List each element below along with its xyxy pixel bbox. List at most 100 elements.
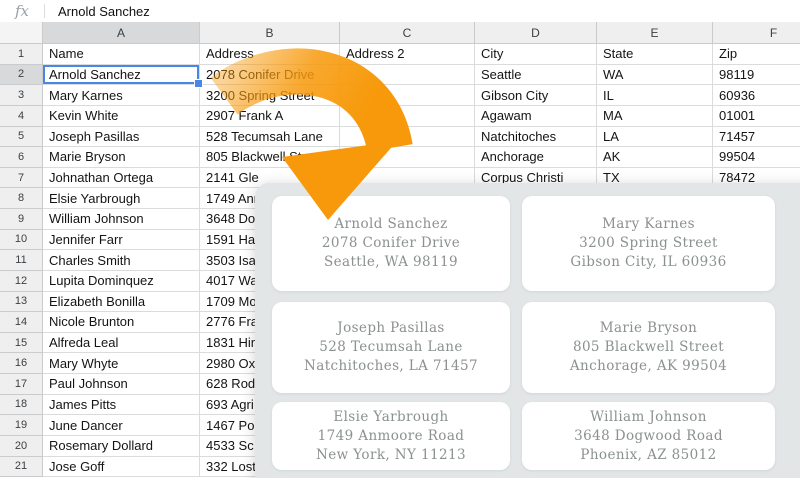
cell-A1[interactable]: Name: [43, 44, 200, 65]
fx-icon: fx: [0, 2, 44, 20]
col-header-D[interactable]: D: [475, 22, 597, 44]
cell-A5[interactable]: Joseph Pasillas: [43, 127, 200, 148]
label-name: William Johnson: [590, 408, 707, 427]
cell-A14[interactable]: Nicole Brunton: [43, 312, 200, 333]
label-city-line: Anchorage, AK 99504: [570, 357, 727, 376]
cell-E6[interactable]: AK: [597, 147, 713, 168]
cell-F3[interactable]: 60936: [713, 85, 800, 106]
cell-F5[interactable]: 71457: [713, 127, 800, 148]
cell-A6[interactable]: Marie Bryson: [43, 147, 200, 168]
cell-C2[interactable]: [340, 65, 475, 86]
row-header-5[interactable]: 5: [0, 127, 43, 148]
cell-A21[interactable]: Jose Goff: [43, 457, 200, 478]
row-header-11[interactable]: 11: [0, 250, 43, 271]
cell-B3[interactable]: 3200 Spring Street: [200, 85, 340, 106]
cell-A12[interactable]: Lupita Dominquez: [43, 271, 200, 292]
cell-B4[interactable]: 2907 Frank A: [200, 106, 340, 127]
row-header-21[interactable]: 21: [0, 457, 43, 478]
cell-A13[interactable]: Elizabeth Bonilla: [43, 292, 200, 313]
cell-F4[interactable]: 01001: [713, 106, 800, 127]
cell-A11[interactable]: Charles Smith: [43, 250, 200, 271]
label-street: 1749 Anmoore Road: [318, 427, 465, 446]
row-header-8[interactable]: 8: [0, 188, 43, 209]
row-header-1[interactable]: 1: [0, 44, 43, 65]
col-header-F[interactable]: F: [713, 22, 800, 44]
cell-A2[interactable]: Arnold Sanchez: [43, 65, 200, 86]
address-label: Arnold Sanchez2078 Conifer DriveSeattle,…: [272, 196, 510, 291]
cell-E1[interactable]: State: [597, 44, 713, 65]
cell-C1[interactable]: Address 2: [340, 44, 475, 65]
cell-B1[interactable]: Address: [200, 44, 340, 65]
label-city-line: New York, NY 11213: [316, 446, 466, 465]
row-header-6[interactable]: 6: [0, 147, 43, 168]
row-header-17[interactable]: 17: [0, 374, 43, 395]
cell-D4[interactable]: Agawam: [475, 106, 597, 127]
row-header-13[interactable]: 13: [0, 292, 43, 313]
cell-A19[interactable]: June Dancer: [43, 415, 200, 436]
row-header-15[interactable]: 15: [0, 333, 43, 354]
cell-E4[interactable]: MA: [597, 106, 713, 127]
cell-A8[interactable]: Elsie Yarbrough: [43, 188, 200, 209]
cell-A18[interactable]: James Pitts: [43, 395, 200, 416]
cell-A4[interactable]: Kevin White: [43, 106, 200, 127]
cell-D6[interactable]: Anchorage: [475, 147, 597, 168]
cell-A17[interactable]: Paul Johnson: [43, 374, 200, 395]
cell-E2[interactable]: WA: [597, 65, 713, 86]
row-header-19[interactable]: 19: [0, 415, 43, 436]
row-header-2[interactable]: 2: [0, 65, 43, 86]
cell-B2[interactable]: 2078 Conifer Drive: [200, 65, 340, 86]
cell-A3[interactable]: Mary Karnes: [43, 85, 200, 106]
cell-D1[interactable]: City: [475, 44, 597, 65]
row-header-20[interactable]: 20: [0, 436, 43, 457]
cell-F1[interactable]: Zip: [713, 44, 800, 65]
row-header-7[interactable]: 7: [0, 168, 43, 189]
cell-D5[interactable]: Natchitoches: [475, 127, 597, 148]
row-header-10[interactable]: 10: [0, 230, 43, 251]
cell-E3[interactable]: IL: [597, 85, 713, 106]
cell-B5[interactable]: 528 Tecumsah Lane: [200, 127, 340, 148]
row-header-16[interactable]: 16: [0, 353, 43, 374]
label-name: Marie Bryson: [600, 319, 697, 338]
cell-F6[interactable]: 99504: [713, 147, 800, 168]
cell-C5[interactable]: [340, 127, 475, 148]
cell-C3[interactable]: [340, 85, 475, 106]
spreadsheet-app: fx Arnold Sanchez ABCDEF 1NameAddressAddr…: [0, 0, 800, 478]
row-header-4[interactable]: 4: [0, 106, 43, 127]
cell-D2[interactable]: Seattle: [475, 65, 597, 86]
col-header-C[interactable]: C: [340, 22, 475, 44]
row-header-18[interactable]: 18: [0, 395, 43, 416]
cell-C6[interactable]: [340, 147, 475, 168]
col-header-A[interactable]: A: [43, 22, 200, 44]
cell-A9[interactable]: William Johnson: [43, 209, 200, 230]
row-header-14[interactable]: 14: [0, 312, 43, 333]
cell-E5[interactable]: LA: [597, 127, 713, 148]
label-city-line: Phoenix, AZ 85012: [580, 446, 716, 465]
cell-A20[interactable]: Rosemary Dollard: [43, 436, 200, 457]
cell-A16[interactable]: Mary Whyte: [43, 353, 200, 374]
address-label: William Johnson3648 Dogwood RoadPhoenix,…: [522, 402, 775, 470]
label-name: Joseph Pasillas: [337, 319, 444, 338]
label-name: Arnold Sanchez: [334, 215, 447, 234]
address-label: Mary Karnes3200 Spring StreetGibson City…: [522, 196, 775, 291]
col-header-B[interactable]: B: [200, 22, 340, 44]
label-street: 528 Tecumsah Lane: [319, 338, 463, 357]
formula-bar-divider: [44, 4, 45, 18]
label-street: 805 Blackwell Street: [573, 338, 724, 357]
address-label: Elsie Yarbrough1749 Anmoore RoadNew York…: [272, 402, 510, 470]
select-all-corner[interactable]: [0, 22, 43, 44]
cell-D3[interactable]: Gibson City: [475, 85, 597, 106]
row-header-9[interactable]: 9: [0, 209, 43, 230]
row-header-3[interactable]: 3: [0, 85, 43, 106]
cell-F2[interactable]: 98119: [713, 65, 800, 86]
cell-B6[interactable]: 805 Blackwell Street: [200, 147, 340, 168]
formula-input[interactable]: Arnold Sanchez: [58, 4, 150, 19]
cell-C4[interactable]: [340, 106, 475, 127]
label-city-line: Natchitoches, LA 71457: [304, 357, 478, 376]
row-header-12[interactable]: 12: [0, 271, 43, 292]
cell-A7[interactable]: Johnathan Ortega: [43, 168, 200, 189]
label-city-line: Gibson City, IL 60936: [570, 253, 726, 272]
cell-A15[interactable]: Alfreda Leal: [43, 333, 200, 354]
col-header-E[interactable]: E: [597, 22, 713, 44]
cell-A10[interactable]: Jennifer Farr: [43, 230, 200, 251]
label-name: Mary Karnes: [602, 215, 695, 234]
